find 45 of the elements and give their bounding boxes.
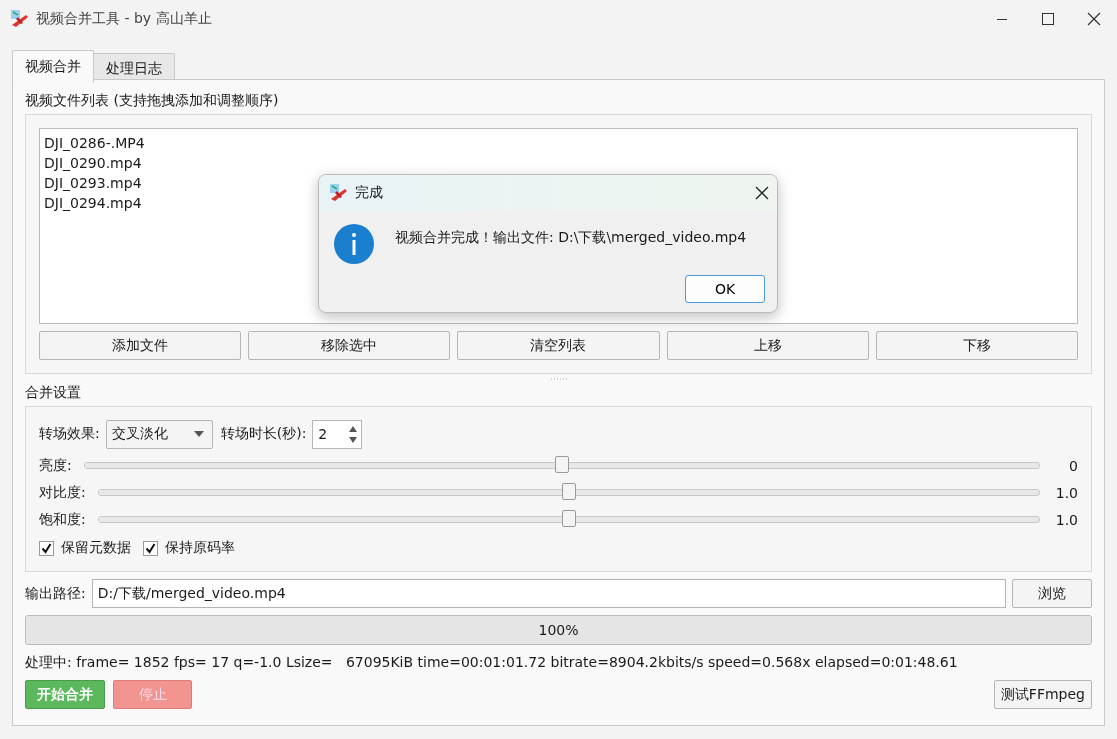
checkbox-label: 保持原码率	[165, 539, 235, 557]
duration-spinbox[interactable]: 2	[312, 419, 363, 449]
browse-button[interactable]: 浏览	[1012, 579, 1092, 608]
tab[interactable]: 视频合并	[12, 50, 94, 83]
slider-handle[interactable]	[561, 510, 576, 527]
file-item[interactable]: DJI_0290.mp4	[44, 153, 142, 173]
list-button[interactable]: 清空列表	[457, 331, 660, 360]
file-item[interactable]: DJI_0286-.MP4	[44, 133, 145, 153]
field-label: 转场效果:	[39, 425, 100, 443]
test-button[interactable]: 测试FFmpeg	[993, 680, 1092, 709]
caret-icon	[193, 431, 204, 437]
output-path-field[interactable]: D:/下载/merged_video.mp4	[91, 579, 1006, 608]
slider-label: 饱和度:	[39, 510, 86, 529]
plane-icon	[329, 183, 349, 203]
checkbox[interactable]	[143, 540, 158, 556]
file-item[interactable]: DJI_0294.mp4	[44, 193, 142, 213]
close-icon[interactable]	[755, 186, 769, 200]
splitter-handle[interactable]	[550, 378, 567, 380]
field-label: 输出路径:	[25, 584, 86, 603]
transition-dropdown[interactable]: 交叉淡化	[105, 419, 213, 449]
slider-value: 1.0	[1054, 511, 1078, 528]
slider-handle[interactable]	[561, 483, 576, 500]
file-item[interactable]: DJI_0293.mp4	[44, 173, 142, 193]
status-text: 处理中: frame= 1852 fps= 17 q=-1.0 Lsize= 67095KiB time=00:01:01.72 bitrate=8904.2kbits/s speed=0.568x elapsed=0:01:48.61	[25, 654, 959, 672]
list-button[interactable]: 下移	[875, 331, 1078, 360]
slider-handle[interactable]	[554, 456, 569, 473]
checkbox-label: 保留元数据	[61, 539, 131, 557]
slider-label: 亮度:	[39, 456, 72, 475]
slider-label: 对比度:	[39, 483, 86, 502]
window-title: 视频合并工具 - by 高山羊止	[36, 10, 213, 28]
list-button[interactable]: 添加文件	[39, 331, 242, 360]
section-label: 视频文件列表 (支持拖拽添加和调整顺序)	[25, 92, 279, 108]
plane-icon	[10, 9, 30, 29]
dialog-message: 视频合并完成！输出文件: D:\下载\merged_video.mp4	[395, 228, 747, 247]
field-label: 转场时长(秒):	[220, 425, 307, 443]
dialog-title: 完成	[355, 184, 384, 202]
section-label: 合并设置	[25, 384, 81, 400]
slider-value: 1.0	[1054, 484, 1078, 501]
list-button[interactable]: 移除选中	[248, 331, 451, 360]
ok-button[interactable]: OK	[685, 274, 765, 303]
slider-value: 0	[1068, 457, 1078, 474]
progress-text: 100%	[538, 622, 579, 638]
list-button[interactable]: 上移	[666, 331, 869, 360]
info-icon	[333, 223, 375, 265]
checkbox[interactable]	[39, 540, 54, 556]
